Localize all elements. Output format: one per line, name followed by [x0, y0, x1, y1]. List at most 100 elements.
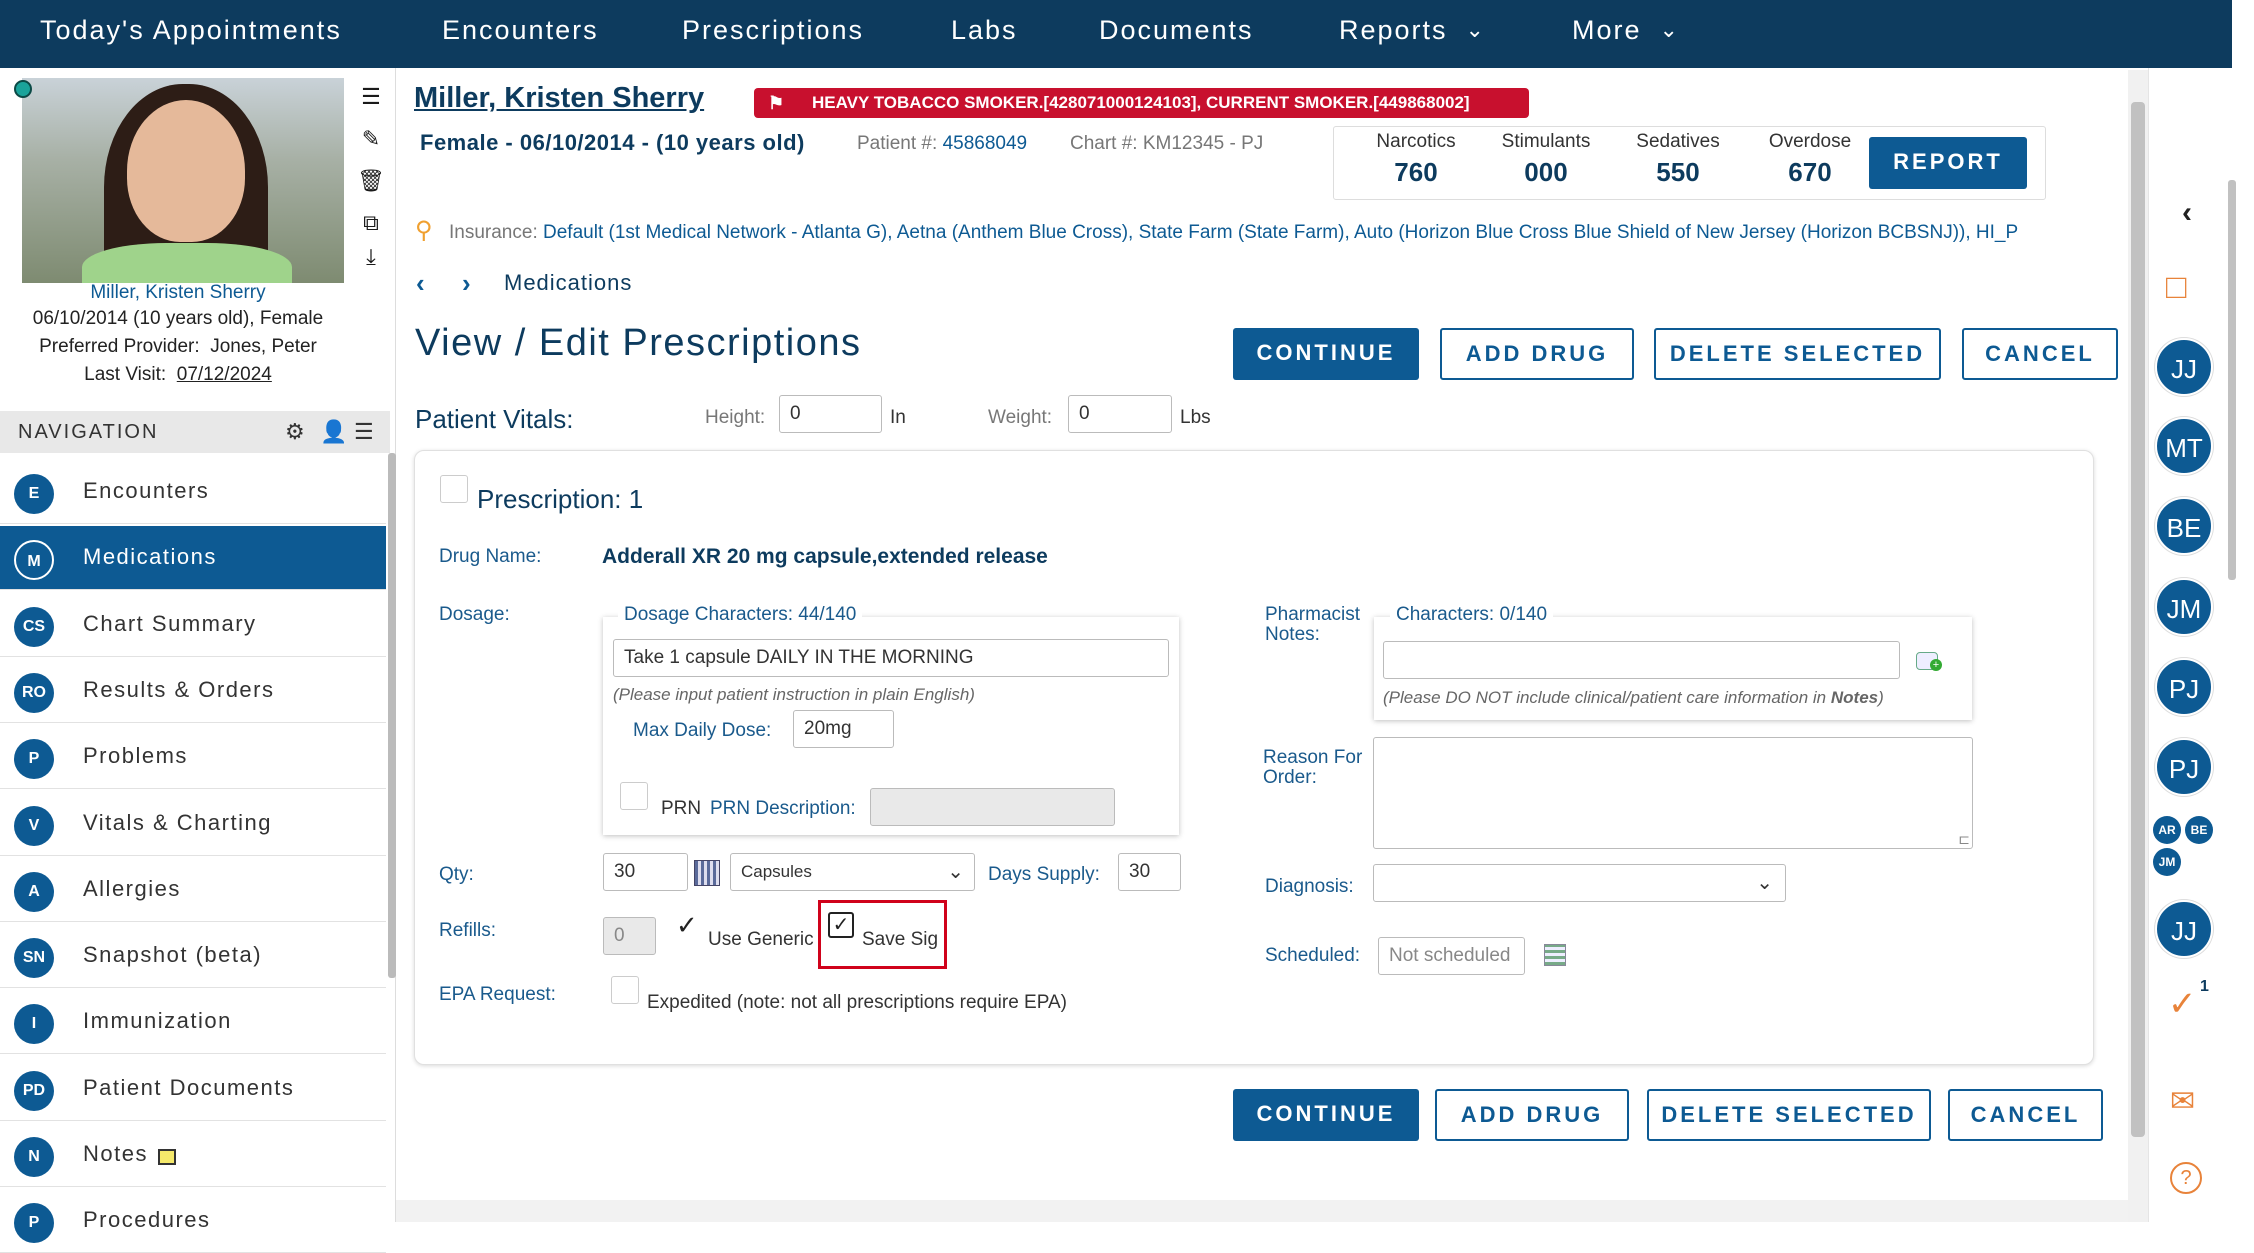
- counter-label: Sedatives: [1636, 131, 1720, 152]
- nav-item-medications[interactable]: M Medications: [0, 526, 386, 591]
- cancel-button-top[interactable]: CANCEL: [1962, 328, 2118, 380]
- mini-avatar[interactable]: BE: [2185, 816, 2213, 844]
- flag-icon: ⚑: [768, 93, 785, 113]
- list-icon[interactable]: ☰: [356, 82, 386, 112]
- prn-description-input[interactable]: [870, 788, 1115, 826]
- user-avatar[interactable]: JJ: [2155, 338, 2213, 396]
- unit-select[interactable]: Capsules ⌄: [730, 853, 975, 891]
- save-sig-checkbox[interactable]: ✓: [828, 912, 854, 938]
- nav-item-chart-summary[interactable]: CS Chart Summary: [0, 593, 386, 657]
- right-rail: [2148, 68, 2254, 1222]
- topnav-labs[interactable]: Labs: [951, 0, 1018, 60]
- calendar-icon[interactable]: [1544, 944, 1566, 966]
- task-check-icon[interactable]: ✓: [2168, 984, 2197, 1024]
- topnav-prescriptions[interactable]: Prescriptions: [682, 0, 864, 60]
- delete-selected-button-top[interactable]: DELETE SELECTED: [1654, 328, 1941, 380]
- main-scrollbar[interactable]: [2128, 70, 2148, 1222]
- trash-icon[interactable]: 🗑: [356, 166, 386, 196]
- mini-avatar[interactable]: AR: [2153, 816, 2181, 844]
- use-generic-checkbox[interactable]: ✓: [676, 910, 698, 941]
- counter-value: 760: [1394, 157, 1438, 187]
- report-button[interactable]: REPORT: [1869, 137, 2027, 189]
- nav-item-immunization[interactable]: I Immunization: [0, 990, 386, 1055]
- nav-item-allergies[interactable]: A Allergies: [0, 858, 386, 922]
- add-drug-button-top[interactable]: ADD DRUG: [1440, 328, 1634, 380]
- add-note-icon[interactable]: +: [1916, 652, 1942, 671]
- days-supply-input[interactable]: 30: [1118, 853, 1181, 891]
- help-icon[interactable]: ?: [2170, 1162, 2202, 1194]
- user-avatar[interactable]: PJ: [2155, 738, 2213, 796]
- add-drug-button-bottom[interactable]: ADD DRUG: [1435, 1089, 1629, 1141]
- save-sig-label: Save Sig: [862, 929, 939, 950]
- mini-avatar[interactable]: JM: [2153, 848, 2181, 876]
- topnav-todays-appointments[interactable]: Today's Appointments: [40, 0, 342, 60]
- insurance-label: Insurance:: [449, 222, 538, 243]
- cancel-button-bottom[interactable]: CANCEL: [1948, 1089, 2103, 1141]
- gear-icon[interactable]: ⚙: [285, 419, 305, 445]
- nav-scrollbar[interactable]: [388, 453, 396, 978]
- reason-for-order-textarea[interactable]: ⊏: [1373, 737, 1973, 849]
- patient-name-heading[interactable]: Miller, Kristen Sherry: [414, 82, 704, 115]
- chevron-down-icon: ⌄: [947, 861, 964, 883]
- collapse-left-icon[interactable]: ‹: [2182, 196, 2192, 230]
- refills-input[interactable]: 0: [603, 917, 656, 955]
- pharmacist-notes-input[interactable]: [1383, 641, 1900, 679]
- topnav-documents[interactable]: Documents: [1099, 0, 1254, 60]
- nav-item-problems[interactable]: P Problems: [0, 725, 386, 790]
- qty-input[interactable]: 30: [603, 853, 688, 891]
- counter-value: 000: [1524, 157, 1568, 187]
- download-icon[interactable]: ⤓: [356, 242, 386, 272]
- expedited-checkbox[interactable]: [611, 976, 639, 1004]
- patient-name-link[interactable]: Miller, Kristen Sherry: [0, 282, 356, 304]
- nav-item-encounters[interactable]: E Encounters: [0, 460, 386, 524]
- scheduled-input[interactable]: Not scheduled: [1378, 937, 1525, 975]
- patient-number-value[interactable]: 45868049: [943, 133, 1028, 154]
- user-avatar[interactable]: JM: [2155, 578, 2213, 636]
- drug-name-value: Adderall XR 20 mg capsule,extended relea…: [602, 545, 1048, 568]
- diagnosis-label: Diagnosis:: [1265, 876, 1354, 897]
- user-icon[interactable]: 👤: [320, 419, 347, 445]
- nav-item-snapshot-beta[interactable]: SN Snapshot (beta): [0, 924, 386, 989]
- user-avatar[interactable]: PJ: [2155, 658, 2213, 716]
- height-unit: In: [890, 407, 906, 428]
- counter-label: Overdose: [1768, 131, 1852, 152]
- nav-item-patient-documents[interactable]: PD Patient Documents: [0, 1057, 386, 1121]
- continue-button-top[interactable]: CONTINUE: [1233, 328, 1419, 380]
- list-icon[interactable]: ☰: [354, 419, 374, 445]
- insurance-list[interactable]: Default (1st Medical Network - Atlanta G…: [543, 222, 2018, 243]
- nav-item-vitals-charting[interactable]: V Vitals & Charting: [0, 792, 386, 856]
- dosage-input[interactable]: Take 1 capsule DAILY IN THE MORNING: [613, 639, 1169, 677]
- nav-item-notes[interactable]: N Notes: [0, 1123, 386, 1187]
- continue-button-bottom[interactable]: CONTINUE: [1233, 1089, 1419, 1141]
- topnav-reports[interactable]: Reports ⌄: [1339, 0, 1486, 60]
- forward-arrow-icon[interactable]: ›: [462, 268, 471, 299]
- edit-icon[interactable]: ✎: [356, 124, 386, 154]
- chat-icon[interactable]: □: [2166, 268, 2187, 307]
- user-avatar[interactable]: JJ: [2155, 900, 2213, 958]
- calculator-icon[interactable]: [694, 860, 720, 886]
- copy-icon[interactable]: ⧉: [356, 208, 386, 238]
- height-input[interactable]: 0: [779, 395, 882, 433]
- topnav-more[interactable]: More ⌄: [1572, 0, 1680, 60]
- scheduled-label: Scheduled:: [1265, 945, 1361, 966]
- back-arrow-icon[interactable]: ‹: [416, 268, 425, 299]
- nav-item-procedures[interactable]: P Procedures: [0, 1189, 386, 1253]
- resize-handle-icon[interactable]: ⊏: [1958, 831, 1970, 848]
- alert-banner: ⚑ HEAVY TOBACCO SMOKER.[428071000124103]…: [754, 88, 1529, 118]
- max-daily-dose-input[interactable]: 20mg: [793, 710, 894, 748]
- main-scrollbar-thumb[interactable]: [2131, 102, 2145, 1137]
- delete-selected-button-bottom[interactable]: DELETE SELECTED: [1647, 1089, 1931, 1141]
- prn-checkbox[interactable]: [620, 782, 648, 810]
- nav-badge: P: [14, 1203, 54, 1244]
- last-visit-link[interactable]: 07/12/2024: [177, 364, 272, 385]
- topnav-encounters[interactable]: Encounters: [442, 0, 599, 60]
- nav-item-results-orders[interactable]: RO Results & Orders: [0, 659, 386, 723]
- nav-label: Allergies: [83, 875, 181, 901]
- prescription-select-checkbox[interactable]: [440, 475, 468, 503]
- user-avatar[interactable]: MT: [2155, 417, 2213, 475]
- weight-input[interactable]: 0: [1068, 395, 1172, 433]
- message-icon[interactable]: ✉: [2170, 1084, 2195, 1119]
- user-avatar[interactable]: BE: [2155, 497, 2213, 555]
- right-rail-scrollbar[interactable]: [2228, 180, 2236, 580]
- diagnosis-select[interactable]: ⌄: [1373, 864, 1786, 902]
